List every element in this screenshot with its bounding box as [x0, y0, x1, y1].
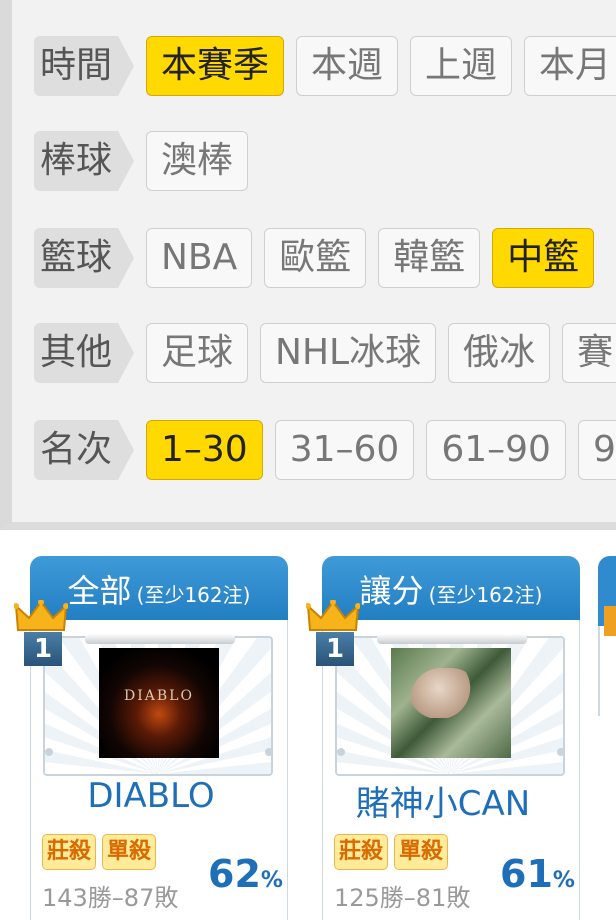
tag-list: 莊殺 單殺 — [42, 834, 162, 870]
photo-frame: DIABLO — [43, 634, 273, 776]
frame-dot — [45, 748, 53, 756]
photo-frame — [335, 634, 565, 776]
tag-list: 莊殺 單殺 — [334, 834, 454, 870]
chip-rank-1-30[interactable]: 1–30 — [146, 420, 263, 480]
filter-row-other: 其他 足球 NHL冰球 俄冰 賽 — [34, 323, 616, 383]
chip-this-month[interactable]: 本月 — [524, 36, 616, 96]
ranking-card-all[interactable]: 全部 (至少162注) DIABLO 1 DIABLO 莊殺 單殺 143勝–8… — [13, 556, 288, 920]
card-category: 全部 — [67, 572, 132, 610]
tag-banker-kill: 莊殺 — [42, 834, 97, 870]
win-loss-record: 143勝–87敗 — [42, 884, 179, 912]
filter-label-other: 其他 — [34, 323, 134, 383]
ranking-card-spread[interactable]: 讓分 (至少162注) 1 賭神小CAN 莊殺 單殺 125勝–81敗 61% — [305, 556, 580, 920]
avatar-figure — [411, 668, 481, 718]
tag-single-kill: 單殺 — [394, 834, 449, 870]
chip-rank-61-90[interactable]: 61–90 — [426, 420, 566, 480]
player-name[interactable]: 賭神小CAN — [306, 776, 580, 825]
tag-banker-kill: 莊殺 — [334, 834, 389, 870]
player-avatar[interactable]: DIABLO — [99, 648, 219, 758]
player-name[interactable]: DIABLO — [14, 776, 288, 816]
chip-abl[interactable]: 澳棒 — [146, 131, 249, 191]
avatar-caption: DIABLO — [124, 688, 194, 704]
chip-nba[interactable]: NBA — [146, 228, 253, 288]
frame-bar — [377, 634, 527, 644]
win-percentage: 62% — [208, 852, 283, 896]
chip-china-basketball[interactable]: 中籃 — [492, 228, 595, 288]
chip-rank-91[interactable]: 91 — [577, 420, 616, 480]
tag-single-kill: 單殺 — [102, 834, 157, 870]
filter-label-rank: 名次 — [34, 420, 134, 480]
crown-icon — [13, 599, 69, 634]
chip-nhl[interactable]: NHL冰球 — [260, 323, 437, 383]
filter-label-basketball: 籃球 — [34, 228, 134, 288]
crown-icon — [305, 599, 361, 634]
chip-euro-basketball[interactable]: 歐籃 — [264, 228, 367, 288]
frame-dot — [265, 748, 273, 756]
rank-badge: 1 — [316, 632, 354, 666]
filter-row-basketball: 籃球 NBA 歐籃 韓籃 中籃 — [34, 228, 595, 288]
filter-label-time: 時間 — [34, 36, 134, 96]
frame-dot — [557, 748, 565, 756]
filter-label-baseball: 棒球 — [34, 131, 134, 191]
win-percentage: 61% — [500, 852, 575, 896]
card-category: 讓分 — [359, 572, 424, 610]
filter-panel: 時間 本賽季 本週 上週 本月 棒球 澳棒 籃球 NBA 歐籃 韓籃 中籃 其他… — [0, 0, 616, 530]
chip-soccer[interactable]: 足球 — [146, 323, 249, 383]
card-note: (至少162注) — [428, 583, 543, 607]
crown-icon — [604, 606, 616, 636]
chip-rank-31-60[interactable]: 31–60 — [274, 420, 415, 480]
player-avatar[interactable] — [391, 648, 511, 758]
card-border — [598, 626, 600, 716]
filter-row-time: 時間 本賽季 本週 上週 本月 — [34, 36, 616, 96]
chip-last-week[interactable]: 上週 — [410, 36, 513, 96]
card-note: (至少162注) — [136, 583, 251, 607]
chip-khl[interactable]: 俄冰 — [448, 323, 551, 383]
chip-this-week[interactable]: 本週 — [296, 36, 399, 96]
chip-other-more[interactable]: 賽 — [562, 323, 616, 383]
card-header: 全部 (至少162注) — [30, 556, 288, 626]
chip-korea-basketball[interactable]: 韓籃 — [378, 228, 481, 288]
win-loss-record: 125勝–81敗 — [334, 884, 471, 912]
card-header: 讓分 (至少162注) — [322, 556, 580, 626]
filter-row-rank: 名次 1–30 31–60 61–90 91 — [34, 420, 616, 480]
frame-dot — [337, 748, 345, 756]
frame-bar — [85, 634, 235, 644]
rank-badge: 1 — [24, 632, 62, 666]
filter-row-baseball: 棒球 澳棒 — [34, 131, 249, 191]
chip-this-season[interactable]: 本賽季 — [146, 36, 285, 96]
